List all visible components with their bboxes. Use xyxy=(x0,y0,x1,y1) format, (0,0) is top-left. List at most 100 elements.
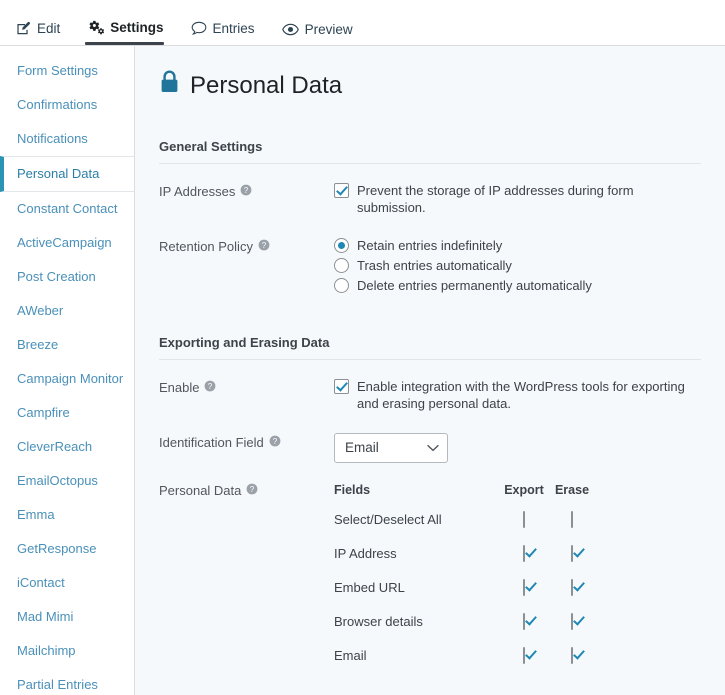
sidebar-item-cleverreach[interactable]: CleverReach xyxy=(0,430,134,464)
export-checkbox-select-all[interactable] xyxy=(523,511,525,528)
table-row: Browser details xyxy=(334,613,596,647)
sidebar-item-getresponse[interactable]: GetResponse xyxy=(0,532,134,566)
settings-sidebar: Form Settings Confirmations Notification… xyxy=(0,46,135,695)
sidebar-item-form-settings[interactable]: Form Settings xyxy=(0,54,134,88)
sidebar-item-mad-mimi[interactable]: Mad Mimi xyxy=(0,600,134,634)
row-label-embed-url: Embed URL xyxy=(334,580,405,595)
sidebar-item-constant-contact[interactable]: Constant Contact xyxy=(0,192,134,226)
tab-preview[interactable]: Preview xyxy=(280,21,364,46)
field-label-enable-text: Enable xyxy=(159,380,200,395)
sidebar-item-emma[interactable]: Emma xyxy=(0,498,134,532)
personal-data-table: Fields Export Erase Select/Deselect All xyxy=(334,481,596,681)
comment-icon xyxy=(191,21,207,36)
tab-preview-label: Preview xyxy=(304,21,353,37)
erase-checkbox-embed-url[interactable] xyxy=(571,579,573,596)
tab-entries[interactable]: Entries xyxy=(189,21,266,45)
sidebar-item-campaign-monitor[interactable]: Campaign Monitor xyxy=(0,362,134,396)
table-row: Email xyxy=(334,647,596,681)
identification-field-select[interactable]: Email xyxy=(334,433,448,463)
sidebar-item-breeze[interactable]: Breeze xyxy=(0,328,134,362)
svg-text:?: ? xyxy=(273,437,278,446)
sidebar-item-post-creation[interactable]: Post Creation xyxy=(0,260,134,294)
gears-icon xyxy=(87,20,105,36)
field-row-retention-policy: Retention Policy ? Retain entries indefi… xyxy=(159,237,701,297)
ip-addresses-option: Prevent the storage of IP addresses duri… xyxy=(334,182,701,216)
settings-page: Edit Settings Entries Preview Form Setti… xyxy=(0,0,725,695)
field-row-personal-data: Personal Data ? Fields Export Erase Sele… xyxy=(159,481,701,681)
sidebar-item-aweber[interactable]: AWeber xyxy=(0,294,134,328)
sidebar-item-icontact[interactable]: iContact xyxy=(0,566,134,600)
field-row-ip-addresses: IP Addresses ? Prevent the storage of IP… xyxy=(159,182,701,219)
tab-settings-label: Settings xyxy=(110,20,164,36)
retention-option-trash: Trash entries automatically xyxy=(334,257,701,274)
sidebar-item-activecampaign[interactable]: ActiveCampaign xyxy=(0,226,134,260)
chevron-down-icon xyxy=(427,439,439,457)
field-label-identification-field-text: Identification Field xyxy=(159,435,264,450)
export-checkbox-embed-url[interactable] xyxy=(523,579,525,596)
tab-settings[interactable]: Settings xyxy=(85,20,174,45)
row-label-email: Email xyxy=(334,648,367,663)
field-label-personal-data-text: Personal Data xyxy=(159,483,242,498)
table-row: IP Address xyxy=(334,545,596,579)
export-checkbox-ip-address[interactable] xyxy=(523,545,525,562)
row-label-ip-address: IP Address xyxy=(334,546,397,561)
retention-radio-retain[interactable] xyxy=(334,238,349,253)
svg-text:?: ? xyxy=(244,186,249,195)
retention-radio-trash[interactable] xyxy=(334,258,349,273)
erase-checkbox-ip-address[interactable] xyxy=(571,545,573,562)
help-circle-icon[interactable]: ? xyxy=(204,379,216,397)
column-header-erase: Erase xyxy=(554,483,590,497)
retention-radio-delete[interactable] xyxy=(334,278,349,293)
field-control-identification-field: Email xyxy=(334,433,701,463)
ip-addresses-checkbox[interactable] xyxy=(334,183,349,198)
enable-checkbox[interactable] xyxy=(334,379,349,394)
sidebar-item-confirmations[interactable]: Confirmations xyxy=(0,88,134,122)
settings-body: Form Settings Confirmations Notification… xyxy=(0,46,725,695)
help-circle-icon[interactable]: ? xyxy=(240,183,252,201)
erase-checkbox-browser-details[interactable] xyxy=(571,613,573,630)
sidebar-item-personal-data[interactable]: Personal Data xyxy=(0,156,134,192)
section-heading-exporting: Exporting and Erasing Data xyxy=(159,335,701,360)
svg-text:?: ? xyxy=(250,485,255,494)
erase-checkbox-email[interactable] xyxy=(571,647,573,664)
export-checkbox-email[interactable] xyxy=(523,647,525,664)
enable-checkbox-label: Enable integration with the WordPress to… xyxy=(357,379,685,411)
svg-text:?: ? xyxy=(262,241,267,250)
field-label-retention-policy: Retention Policy ? xyxy=(159,237,334,256)
field-label-identification-field: Identification Field ? xyxy=(159,433,334,452)
identification-field-value: Email xyxy=(345,440,379,455)
field-row-enable: Enable ? Enable integration with the Wor… xyxy=(159,378,701,415)
field-row-identification-field: Identification Field ? Email xyxy=(159,433,701,463)
table-row: Embed URL xyxy=(334,579,596,613)
field-control-retention-policy: Retain entries indefinitely Trash entrie… xyxy=(334,237,701,297)
sidebar-item-mailchimp[interactable]: Mailchimp xyxy=(0,634,134,668)
row-label-select-all: Select/Deselect All xyxy=(334,512,442,527)
export-checkbox-browser-details[interactable] xyxy=(523,613,525,630)
sidebar-item-notifications[interactable]: Notifications xyxy=(0,122,134,156)
field-label-enable: Enable ? xyxy=(159,378,334,397)
help-circle-icon[interactable]: ? xyxy=(246,482,258,500)
page-title: Personal Data xyxy=(159,70,701,101)
retention-radio-retain-label: Retain entries indefinitely xyxy=(357,238,503,253)
sidebar-item-campfire[interactable]: Campfire xyxy=(0,396,134,430)
field-label-ip-addresses: IP Addresses ? xyxy=(159,182,334,201)
field-label-retention-policy-text: Retention Policy xyxy=(159,239,253,254)
svg-text:?: ? xyxy=(208,382,213,391)
page-title-text: Personal Data xyxy=(190,71,343,99)
ip-addresses-checkbox-label: Prevent the storage of IP addresses duri… xyxy=(357,183,634,215)
field-control-ip-addresses: Prevent the storage of IP addresses duri… xyxy=(334,182,701,219)
help-circle-icon[interactable]: ? xyxy=(269,434,281,452)
form-toolbar: Edit Settings Entries Preview xyxy=(0,0,725,46)
section-heading-general: General Settings xyxy=(159,139,701,164)
enable-option: Enable integration with the WordPress to… xyxy=(334,378,701,412)
row-label-browser-details: Browser details xyxy=(334,614,423,629)
field-control-enable: Enable integration with the WordPress to… xyxy=(334,378,701,415)
settings-main-panel: Personal Data General Settings IP Addres… xyxy=(135,46,725,695)
tab-edit[interactable]: Edit xyxy=(14,21,71,45)
erase-checkbox-select-all[interactable] xyxy=(571,511,573,528)
column-header-fields: Fields xyxy=(334,483,371,497)
field-control-personal-data: Fields Export Erase Select/Deselect All xyxy=(334,481,701,681)
sidebar-item-emailoctopus[interactable]: EmailOctopus xyxy=(0,464,134,498)
help-circle-icon[interactable]: ? xyxy=(258,238,270,256)
sidebar-item-partial-entries[interactable]: Partial Entries xyxy=(0,668,134,695)
